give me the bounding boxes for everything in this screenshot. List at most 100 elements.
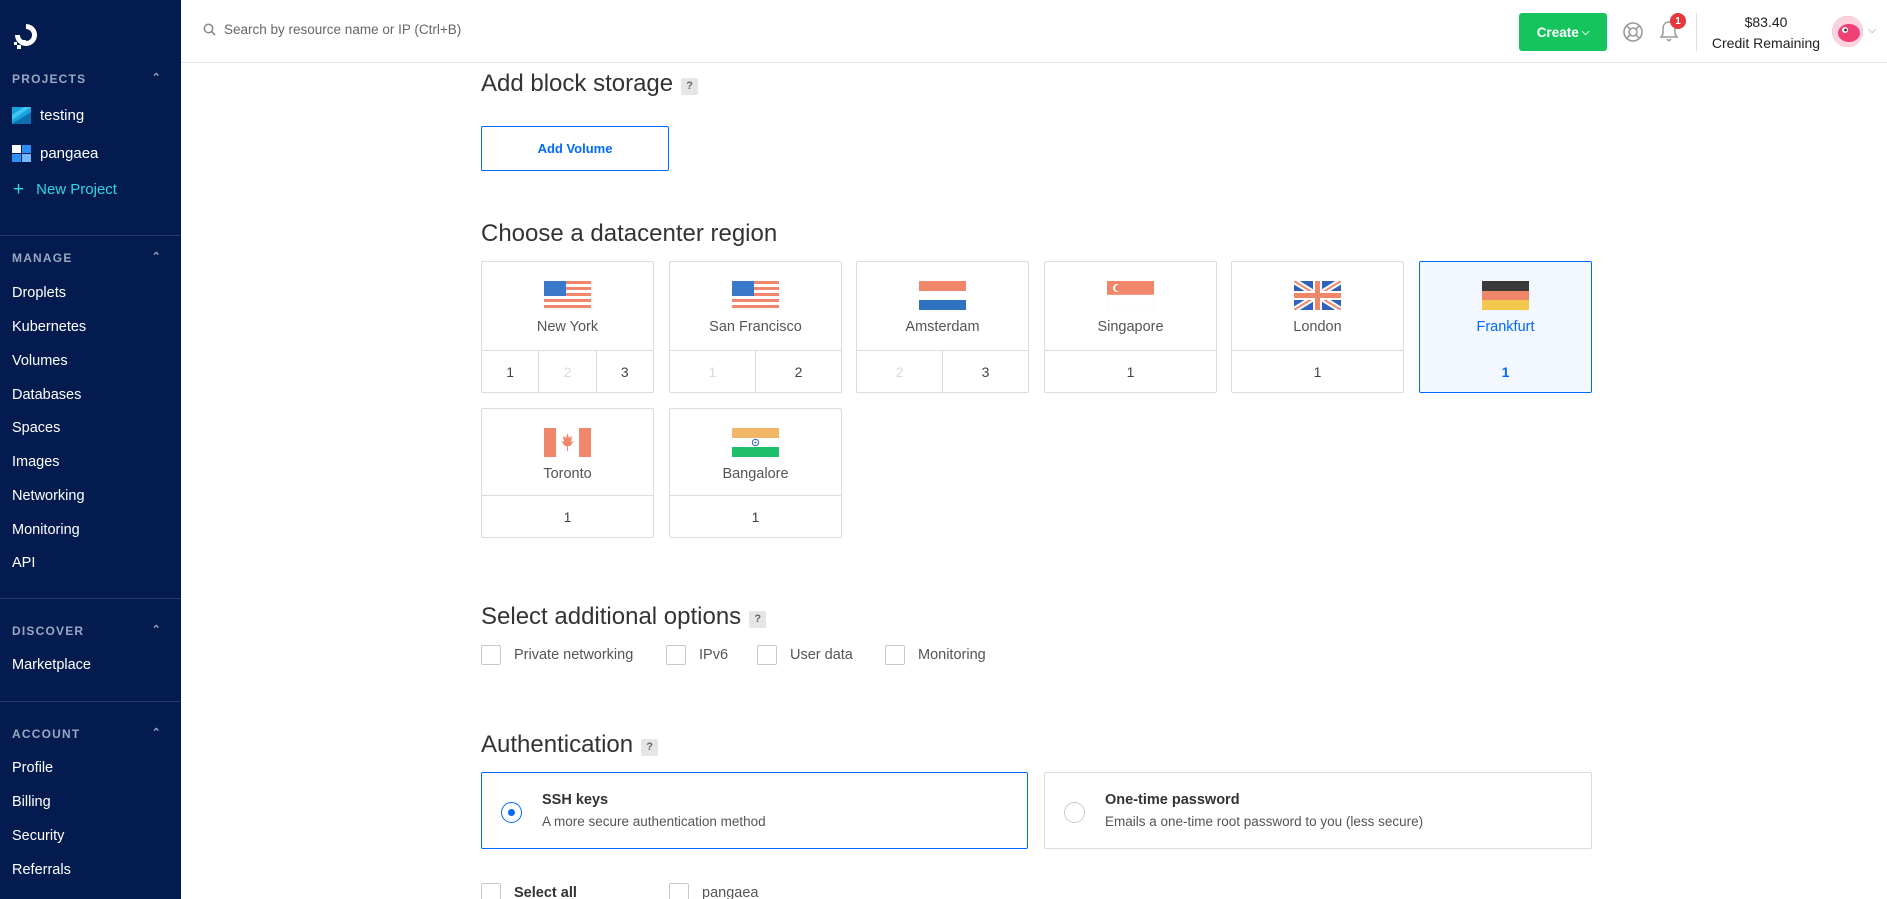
datacenter-option[interactable]: 1 — [1045, 351, 1216, 392]
us-flag-icon — [732, 281, 779, 310]
search-icon — [203, 23, 216, 36]
user-data-checkbox[interactable] — [757, 645, 777, 665]
datacenter-option[interactable]: 1 — [670, 496, 841, 537]
new-project-link[interactable]: + New Project — [13, 180, 117, 199]
search-bar[interactable] — [203, 22, 624, 37]
account-header[interactable]: ACCOUNT ⌃ — [12, 727, 162, 741]
datacenter-option: 2 — [539, 351, 597, 392]
datacenter-option[interactable]: 2 — [756, 351, 841, 392]
auth-option-description: A more secure authentication method — [542, 814, 766, 829]
sidebar-item-project-pangaea[interactable]: pangaea — [12, 145, 98, 162]
sidebar-item-api[interactable]: API — [12, 555, 35, 571]
chevron-up-icon[interactable]: ⌃ — [152, 71, 162, 84]
help-question-icon[interactable]: ? — [681, 77, 699, 95]
ssh-select-all[interactable]: Select all — [481, 883, 577, 899]
region-card-new-york[interactable]: New York 1 2 3 — [481, 261, 654, 393]
datacenter-selector: 1 — [1420, 350, 1591, 392]
ssh-key-checkbox[interactable] — [669, 883, 689, 899]
sidebar-item-profile[interactable]: Profile — [12, 760, 53, 776]
sidebar-item-security[interactable]: Security — [12, 828, 64, 844]
auth-title: Authentication ? — [481, 731, 659, 759]
chevron-up-icon[interactable]: ⌃ — [152, 623, 162, 636]
region-card-frankfurt[interactable]: Frankfurt 1 — [1419, 261, 1592, 393]
block-storage-title: Add block storage ? — [481, 70, 699, 98]
one-time-password-radio[interactable] — [1064, 802, 1085, 823]
project-label: pangaea — [40, 145, 99, 162]
sidebar-item-monitoring[interactable]: Monitoring — [12, 522, 80, 538]
sidebar-item-project-testing[interactable]: testing — [12, 107, 84, 124]
ipv6-checkbox[interactable] — [666, 645, 686, 665]
ssh-key-pangaea[interactable]: pangaea — [669, 883, 758, 899]
project-pangaea-icon — [12, 145, 31, 162]
manage-header[interactable]: MANAGE ⌃ — [12, 251, 162, 265]
discover-header[interactable]: DISCOVER ⌃ — [12, 624, 162, 638]
plus-icon: + — [13, 179, 25, 200]
datacenter-option[interactable]: 1 — [482, 496, 653, 537]
sidebar-item-kubernetes[interactable]: Kubernetes — [12, 319, 86, 335]
datacenter-option[interactable]: 3 — [597, 351, 653, 392]
sidebar-item-referrals[interactable]: Referrals — [12, 862, 71, 878]
chevron-up-icon[interactable]: ⌃ — [152, 250, 162, 263]
help-question-icon[interactable]: ? — [641, 738, 659, 756]
sidebar-item-spaces[interactable]: Spaces — [12, 420, 60, 436]
sidebar-item-networking[interactable]: Networking — [12, 488, 85, 504]
private-networking-checkbox[interactable] — [481, 645, 501, 665]
region-card-bangalore[interactable]: Bangalore 1 — [669, 408, 842, 538]
digitalocean-logo-icon[interactable] — [12, 20, 40, 52]
in-flag-icon — [732, 428, 779, 457]
sidebar-item-droplets[interactable]: Droplets — [12, 285, 66, 301]
region-card-toronto[interactable]: Toronto 1 — [481, 408, 654, 538]
sidebar-item-volumes[interactable]: Volumes — [12, 353, 68, 369]
sidebar-item-marketplace[interactable]: Marketplace — [12, 657, 91, 673]
datacenter-option[interactable]: 3 — [943, 351, 1028, 392]
add-volume-button[interactable]: Add Volume — [481, 126, 669, 171]
options-title: Select additional options ? — [481, 603, 767, 631]
auth-option-title: One-time password — [1105, 792, 1240, 808]
project-testing-icon — [12, 107, 31, 124]
option-private-networking[interactable]: Private networking — [481, 645, 633, 665]
datacenter-selector: 1 — [1232, 350, 1403, 392]
region-name: London — [1293, 319, 1342, 335]
avatar[interactable] — [1832, 16, 1863, 47]
datacenter-option[interactable]: 1 — [482, 351, 540, 392]
sidebar-divider — [0, 701, 181, 702]
sidebar-divider — [0, 598, 181, 599]
projects-header[interactable]: PROJECTS ⌃ — [12, 72, 162, 86]
region-card-singapore[interactable]: Singapore 1 — [1044, 261, 1217, 393]
account-header-label: ACCOUNT — [12, 727, 81, 741]
search-input[interactable] — [224, 22, 624, 37]
auth-title-text: Authentication — [481, 731, 634, 758]
auth-option-description: Emails a one-time root password to you (… — [1105, 814, 1424, 829]
sidebar-item-billing[interactable]: Billing — [12, 794, 51, 810]
chevron-up-icon[interactable]: ⌃ — [152, 726, 162, 739]
datacenter-selector: 1 2 — [670, 350, 841, 392]
credit-label: Credit Remaining — [1711, 35, 1821, 51]
sidebar-item-databases[interactable]: Databases — [12, 387, 81, 403]
create-button[interactable]: Create ⌵ — [1519, 13, 1607, 51]
auth-option-one-time-password[interactable]: One-time password Emails a one-time root… — [1044, 772, 1592, 849]
help-lifebuoy-icon[interactable] — [1622, 21, 1644, 43]
create-button-label: Create — [1536, 24, 1579, 40]
avatar-image-icon — [1832, 16, 1863, 47]
option-label: Private networking — [514, 647, 634, 663]
region-card-amsterdam[interactable]: Amsterdam 2 3 — [856, 261, 1029, 393]
auth-option-ssh-keys[interactable]: SSH keys A more secure authentication me… — [481, 772, 1028, 849]
select-all-checkbox[interactable] — [481, 883, 501, 899]
datacenter-option[interactable]: 1 — [1232, 351, 1403, 392]
option-label: IPv6 — [699, 647, 729, 663]
project-label: testing — [40, 107, 85, 124]
datacenter-option[interactable]: 1 — [1420, 351, 1591, 392]
option-ipv6[interactable]: IPv6 — [666, 645, 728, 665]
help-question-icon[interactable]: ? — [749, 610, 767, 628]
monitoring-checkbox[interactable] — [885, 645, 905, 665]
sidebar-item-images[interactable]: Images — [12, 454, 60, 470]
option-monitoring[interactable]: Monitoring — [885, 645, 986, 665]
region-card-san-francisco[interactable]: San Francisco 1 2 — [669, 261, 842, 393]
chevron-down-icon[interactable]: ⌵ — [1868, 24, 1876, 37]
region-card-london[interactable]: London 1 — [1231, 261, 1404, 393]
region-name: Singapore — [1097, 319, 1164, 335]
option-user-data[interactable]: User data — [757, 645, 853, 665]
ssh-keys-radio[interactable] — [501, 802, 522, 823]
region-title: Choose a datacenter region — [481, 220, 777, 248]
region-name: Amsterdam — [905, 319, 980, 335]
